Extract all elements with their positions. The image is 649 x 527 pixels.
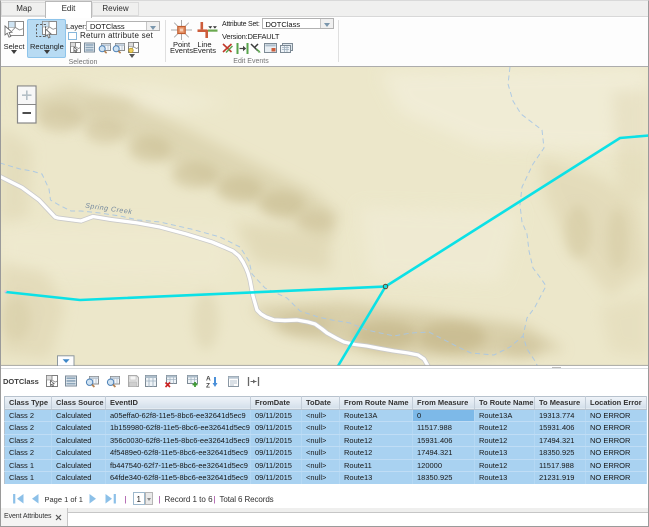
svg-text:Z: Z — [206, 383, 210, 389]
svg-text:A: A — [206, 376, 211, 383]
